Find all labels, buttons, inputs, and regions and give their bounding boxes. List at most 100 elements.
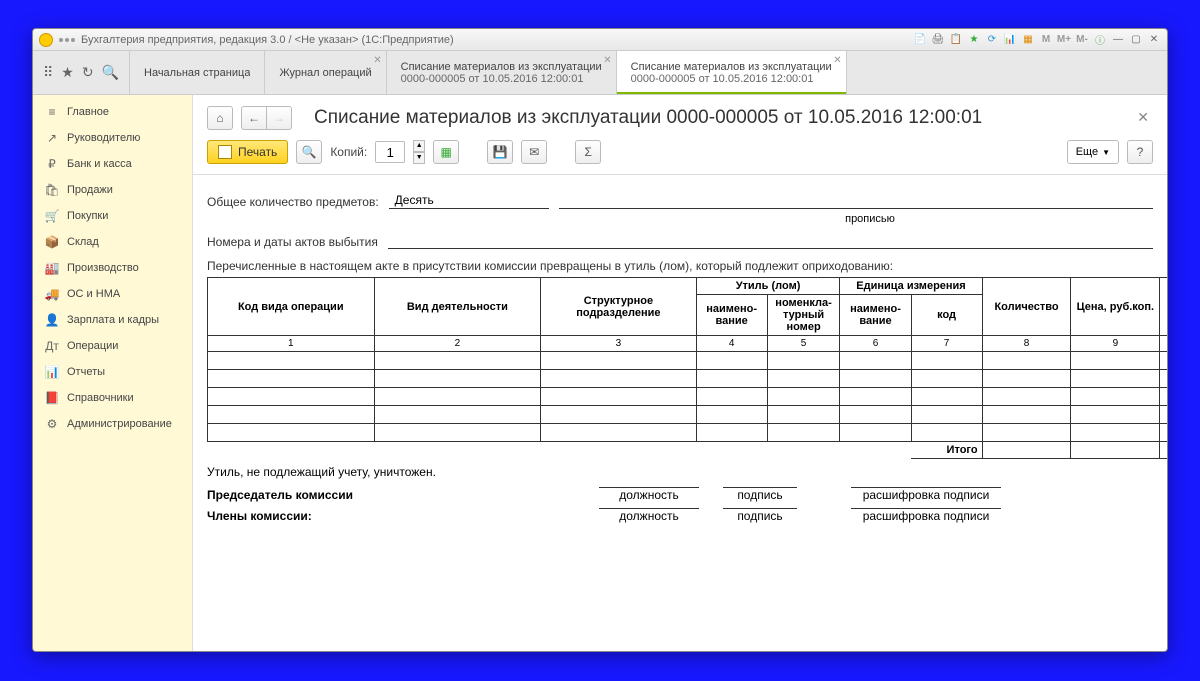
bag-icon: 🛍 — [45, 183, 59, 197]
total-label: Общее количество предметов: — [207, 195, 379, 209]
sidebar-label: Руководителю — [67, 132, 140, 144]
search-icon[interactable]: 🔍 — [102, 64, 119, 81]
printer-icon — [218, 145, 232, 159]
sum-button[interactable]: Σ — [575, 140, 601, 164]
home-button[interactable]: ⌂ — [207, 106, 233, 130]
cap-pos: должность — [599, 488, 699, 502]
sidebar-item-mgr[interactable]: ↗ Руководителю — [33, 125, 192, 151]
factory-icon: 🏭 — [45, 261, 59, 275]
bars-icon: 📊 — [45, 365, 59, 379]
back-button[interactable]: ← — [241, 106, 267, 130]
sidebar-label: Покупки — [67, 210, 108, 222]
tab-close-icon[interactable]: ✕ — [373, 55, 381, 66]
spin-up[interactable]: ▲ — [413, 140, 425, 152]
toolbar-icon[interactable]: ⟳ — [985, 33, 999, 47]
sidebar-item-hr[interactable]: 👤Зарплата и кадры — [33, 307, 192, 333]
close-icon[interactable]: ✕ — [1147, 33, 1161, 47]
zoom-m[interactable]: M — [1039, 33, 1053, 47]
print-label: Печать — [238, 145, 277, 159]
ruble-icon: ₽ — [45, 157, 59, 171]
apps-icon[interactable]: ⠿ — [43, 64, 53, 81]
sidebar-item-main[interactable]: ≡Главное — [33, 99, 192, 125]
spin-down[interactable]: ▼ — [413, 152, 425, 164]
toolbar-icon[interactable]: ▦ — [1021, 33, 1035, 47]
book-icon: 📕 — [45, 391, 59, 405]
chevron-down-icon: ▼ — [1102, 148, 1110, 157]
history-icon[interactable]: ↻ — [82, 64, 94, 81]
maximize-icon[interactable]: ▢ — [1129, 33, 1143, 47]
tab-writeoff-active[interactable]: Списание материалов из эксплуатации 0000… — [617, 51, 847, 94]
minimize-icon[interactable]: — — [1111, 33, 1125, 47]
more-button[interactable]: Еще ▼ — [1067, 140, 1119, 164]
cap-pos: должность — [599, 509, 699, 523]
page-title: Списание материалов из эксплуатации 0000… — [314, 107, 1125, 129]
sidebar-label: Справочники — [67, 392, 134, 404]
tab-journal[interactable]: Журнал операций ✕ — [265, 51, 386, 94]
copies-label: Копий: — [330, 145, 367, 159]
grid-button[interactable]: ▦ — [433, 140, 459, 164]
save-button[interactable]: 💾 — [487, 140, 513, 164]
sidebar-item-assets[interactable]: 🚚 ОС и НМА — [33, 281, 192, 307]
sidebar-item-bank[interactable]: ₽Банк и касса — [33, 151, 192, 177]
toolbar-icon[interactable]: 📊 — [1003, 33, 1017, 47]
total-sub: прописью — [587, 213, 1153, 225]
forward-button[interactable]: → — [266, 106, 292, 130]
zoom-m-minus[interactable]: M- — [1075, 33, 1089, 47]
print-button[interactable]: Печать — [207, 140, 288, 164]
members-label: Члены комиссии: — [207, 509, 397, 523]
sidebar-item-reports[interactable]: 📊Отчеты — [33, 359, 192, 385]
th-dept: Структурное подразделение — [541, 278, 696, 336]
chart-icon: ↗ — [45, 131, 59, 145]
sidebar-item-stock[interactable]: 📦Склад — [33, 229, 192, 255]
tabbar: ⠿ ★ ↻ 🔍 Начальная страница Журнал операц… — [33, 51, 1167, 95]
info-icon[interactable]: ⓘ — [1093, 33, 1107, 47]
toolbar-icon[interactable]: ★ — [967, 33, 981, 47]
sidebar-label: Операции — [67, 340, 118, 352]
toolbar-icon[interactable]: 📋 — [949, 33, 963, 47]
sidebar-label: Продажи — [67, 184, 113, 196]
help-button[interactable]: ? — [1127, 140, 1153, 164]
sidebar-item-sales[interactable]: 🛍 Продажи — [33, 177, 192, 203]
tab-home[interactable]: Начальная страница — [130, 51, 265, 94]
zoom-m-plus[interactable]: M+ — [1057, 33, 1071, 47]
th-sum: Сум руб.к — [1160, 278, 1167, 336]
tab-close-icon[interactable]: ✕ — [603, 55, 611, 66]
toolbar-icon[interactable]: 📄 — [913, 33, 927, 47]
tab-close-icon[interactable]: ✕ — [833, 55, 841, 66]
cap-sig: подпись — [723, 509, 797, 523]
close-page-icon[interactable]: ✕ — [1133, 105, 1153, 130]
sidebar-label: Производство — [67, 262, 139, 274]
titlebar-nav[interactable] — [59, 38, 75, 42]
total-ext — [559, 207, 1153, 209]
cart-icon: 🛒 — [45, 209, 59, 223]
cap-name: расшифровка подписи — [851, 509, 1001, 523]
toolbar-icon[interactable]: 🖨 — [931, 33, 945, 47]
mail-button[interactable]: ✉ — [521, 140, 547, 164]
th-scrap-name: наимено-вание — [696, 295, 767, 336]
sidebar-item-ref[interactable]: 📕 Справочники — [33, 385, 192, 411]
total-value: Десять — [389, 193, 549, 209]
sidebar-label: Склад — [67, 236, 99, 248]
more-label: Еще — [1076, 146, 1098, 158]
sidebar-label: ОС и НМА — [67, 288, 120, 300]
tab-writeoff[interactable]: Списание материалов из эксплуатации 0000… — [387, 51, 617, 94]
titlebar: Бухгалтерия предприятия, редакция 3.0 / … — [33, 29, 1167, 51]
th-scrap: Утиль (лом) — [696, 278, 840, 295]
sidebar-label: Администрирование — [67, 418, 172, 430]
star-icon[interactable]: ★ — [61, 64, 74, 81]
th-price: Цена, руб.коп. — [1071, 278, 1160, 336]
copies-input[interactable] — [375, 141, 405, 163]
doc-table: Код вида операции Вид деятельности Струк… — [207, 277, 1167, 459]
sidebar: ≡Главное ↗ Руководителю ₽Банк и касса 🛍 Пр… — [33, 95, 193, 651]
truck-icon: 🚚 — [45, 287, 59, 301]
sidebar-item-purch[interactable]: 🛒 Покупки — [33, 203, 192, 229]
preview-button[interactable]: 🔍 — [296, 140, 322, 164]
sidebar-item-ops[interactable]: Дт Операции — [33, 333, 192, 359]
sidebar-item-admin[interactable]: ⚙Администрирование — [33, 411, 192, 437]
dt-icon: Дт — [45, 339, 59, 353]
app-icon — [39, 33, 53, 47]
cap-name: расшифровка подписи — [851, 488, 1001, 502]
chair-label: Председатель комиссии — [207, 488, 397, 502]
acts-label: Номера и даты актов выбытия — [207, 235, 378, 249]
sidebar-item-prod[interactable]: 🏭 Производство — [33, 255, 192, 281]
